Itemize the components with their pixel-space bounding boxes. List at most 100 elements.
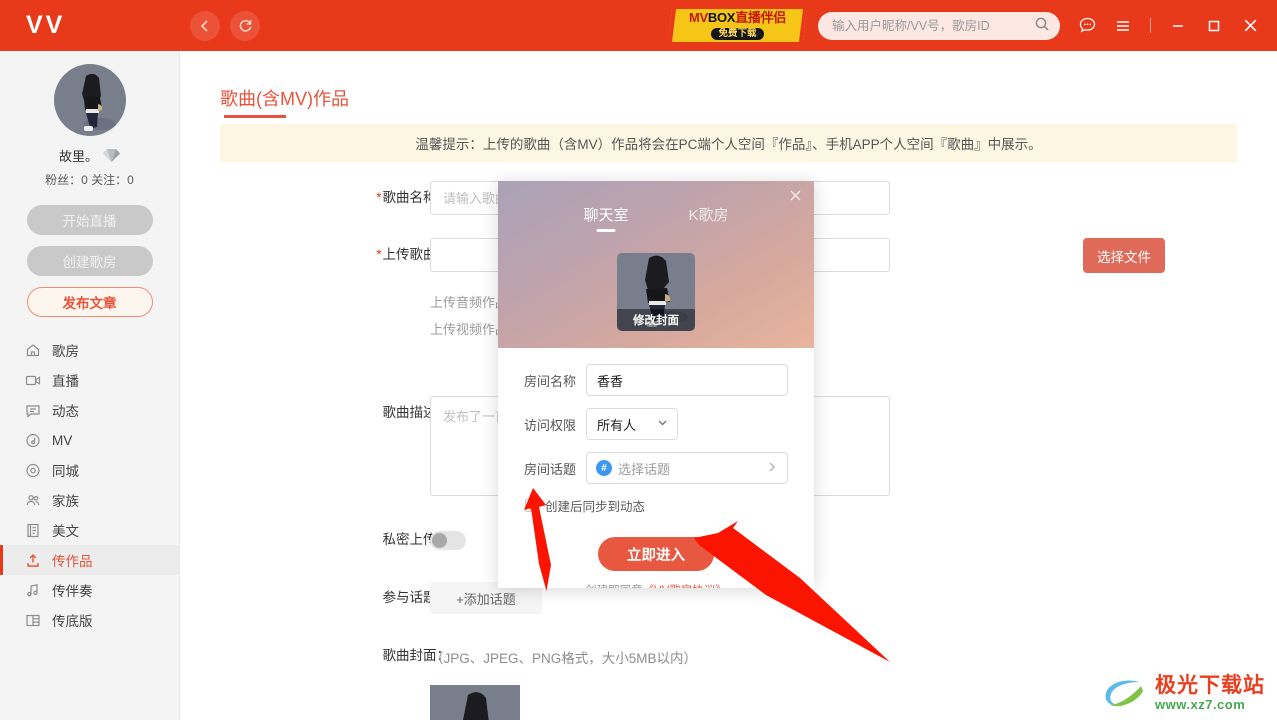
tab-chatroom[interactable]: 聊天室 [583,204,628,232]
chevron-right-icon [766,460,778,476]
upload-icon [24,552,41,569]
sidebar-item-mv[interactable]: MV [0,425,179,455]
tip-banner: 温馨提示：上传的歌曲（含MV）作品将会在PC端个人空间『作品』、手机APP个人空… [220,124,1237,162]
sidebar-item-chuanzuopin[interactable]: 传作品 [0,545,179,575]
profile-name: 故里。 [58,149,98,164]
promo-title-a: MV [689,10,708,25]
mvbox-promo-banner[interactable]: MVBOX直播伴侣 免费下载 [667,9,808,42]
choose-file-button[interactable]: 选择文件 [1083,238,1165,273]
back-button[interactable] [190,10,220,41]
close-icon[interactable] [785,187,805,207]
message-icon[interactable] [1076,15,1098,37]
access-select[interactable]: 所有人 [586,408,678,440]
agreement-link[interactable]: 《VV歌房协议》 [643,585,727,588]
table-icon [24,612,41,629]
toolbar-divider [1150,18,1151,33]
sidebar-item-label: 动态 [52,404,79,419]
sidebar-item-label: 传作品 [52,554,93,569]
modal-cover-upload[interactable]: 修改封面 [617,253,695,331]
chevron-down-icon [656,416,669,432]
maximize-icon[interactable] [1203,15,1225,37]
page-title-underline [224,115,286,118]
create-room-modal: 聊天室 K歌房 修改封面 房间名称 香香 访问权限 所有人 房间话题 # 选择话… [498,181,814,588]
cover-thumbnail[interactable] [430,685,520,720]
sidebar-nav: 歌房 直播 动态 MV 同城 家族 美文 传作品 传伴奏 传底版 [0,335,179,635]
modal-body: 房间名称 访问权限 所有人 房间话题 # 选择话题 [498,348,814,588]
agreement-prefix: 创建即同意 [585,585,643,588]
form-row-cover: 歌曲封面： （JPG、JPEG、PNG格式，大小5MB以内） [180,639,1277,720]
modal-row-access: 访问权限 所有人 [524,408,788,440]
refresh-icon [238,18,253,33]
watermark: 极光下载站 www.xz7.com [1099,674,1265,712]
toggle-knob [432,533,447,548]
access-value: 所有人 [597,417,637,433]
profile-stats: 粉丝：0 关注：0 [45,173,134,187]
watermark-logo-icon [1105,680,1143,707]
search-icon[interactable] [1034,16,1050,37]
sync-to-feed-checkbox[interactable] [525,499,538,512]
start-live-button[interactable]: 开始直播 [26,205,153,235]
enter-room-button[interactable]: 立即进入 [598,537,714,571]
sidebar-item-chuandiban[interactable]: 传底版 [0,605,179,635]
sidebar-item-jiazu[interactable]: 家族 [0,485,179,515]
private-upload-toggle[interactable] [430,531,466,550]
promo-title-b: BOX [707,10,736,25]
sidebar-item-zhibo[interactable]: 直播 [0,365,179,395]
comment-icon [24,402,41,419]
sidebar-item-label: 同城 [52,464,79,479]
location-icon [24,462,41,479]
people-icon [24,492,41,509]
sidebar-item-gefang[interactable]: 歌房 [0,335,179,365]
room-topic-selector[interactable]: # 选择话题 [586,452,788,484]
sidebar-item-meiwen[interactable]: 美文 [0,515,179,545]
video-icon [24,372,41,389]
room-name-label: 房间名称 [524,373,577,389]
modal-cover-caption: 修改封面 [617,309,695,331]
avatar[interactable] [53,64,126,136]
app-logo: VV [26,11,66,39]
modal-header: 聊天室 K歌房 修改封面 [498,181,814,348]
sidebar-item-label: 歌房 [52,344,79,359]
disc-icon [24,432,41,449]
hash-icon: # [596,460,612,476]
profile-name-row: 故里。 [0,146,179,165]
refresh-button[interactable] [230,10,260,41]
app-window: VV MVBOX直播伴侣 免费下载 输入用户昵称/VV号，歌房ID 故里。 粉丝… [0,0,1277,720]
watermark-line1: 极光下载站 [1155,674,1265,697]
promo-badge: 免费下载 [711,28,764,40]
window-controls [1076,0,1261,51]
sync-to-feed-label[interactable]: 创建后同步到动态 [545,496,645,515]
sidebar-item-label: 传底版 [52,614,93,629]
sidebar-item-label: MV [52,432,73,448]
book-icon [24,522,41,539]
menu-icon[interactable] [1112,15,1134,37]
search-input[interactable] [832,19,1034,33]
page-title: 歌曲(含MV)作品 [220,89,349,109]
sidebar-item-label: 美文 [52,524,79,539]
close-icon[interactable] [1239,15,1261,37]
create-room-button[interactable]: 创建歌房 [26,246,153,276]
search-box[interactable] [818,12,1060,40]
sidebar-item-label: 家族 [52,494,79,509]
avatar-figure [81,73,116,131]
sidebar-item-chuanbanzou[interactable]: 传伴奏 [0,575,179,605]
sync-to-feed-row[interactable]: 创建后同步到动态 [525,496,788,515]
tab-ktv-room[interactable]: K歌房 [689,204,729,232]
sidebar-item-tongcheng[interactable]: 同城 [0,455,179,485]
modal-tabs: 聊天室 K歌房 [498,181,814,232]
modal-row-room-name: 房间名称 [524,364,788,396]
cover-note: （JPG、JPEG、PNG格式，大小5MB以内） [430,651,698,666]
title-bar: VV MVBOX直播伴侣 免费下载 [0,0,1277,51]
sidebar-item-dongtai[interactable]: 动态 [0,395,179,425]
modal-row-room-topic: 房间话题 # 选择话题 [524,452,788,484]
sidebar: 故里。 粉丝：0 关注：0 开始直播 创建歌房 发布文章 歌房 直播 动态 MV… [0,51,180,720]
music-icon [24,582,41,599]
sidebar-item-label: 传伴奏 [52,584,93,599]
room-topic-label: 房间话题 [524,461,577,477]
publish-article-button[interactable]: 发布文章 [26,287,153,317]
room-name-input[interactable] [586,364,788,396]
minimize-icon[interactable] [1167,15,1189,37]
access-label: 访问权限 [524,417,577,433]
home-icon [24,342,41,359]
diamond-icon [103,148,120,163]
